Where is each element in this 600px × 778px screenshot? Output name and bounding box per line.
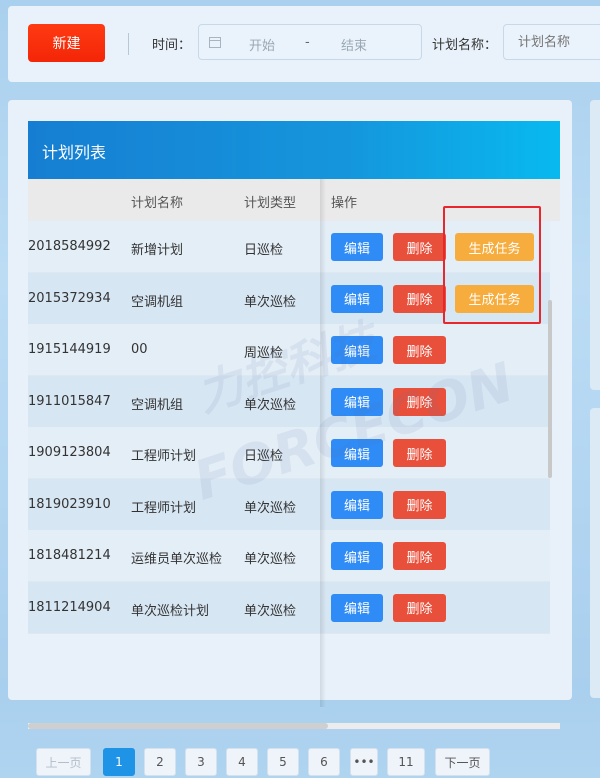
column-header-type: 计划类型 (244, 196, 297, 211)
plan-name: 空调机组 (131, 294, 184, 310)
plan-id: 2018584992 (28, 239, 111, 254)
plan-type: 周巡检 (244, 346, 284, 361)
plan-type: 单次巡检 (244, 603, 297, 619)
toolbar-divider (128, 33, 129, 55)
delete-button[interactable]: 删除 (393, 593, 446, 622)
table-row: 1811214904 单次巡检计划 单次巡检 编辑 删除 (28, 581, 550, 634)
plan-id: 1915144919 (28, 342, 111, 357)
new-button[interactable]: 新建 (28, 24, 105, 62)
delete-button[interactable]: 删除 (393, 542, 446, 570)
plan-id: 1818481214 (28, 548, 111, 563)
start-date-input[interactable]: 开始 (249, 35, 275, 54)
plan-type: 单次巡检 (244, 552, 297, 567)
highlight-box (443, 206, 541, 324)
edit-button[interactable]: 编辑 (331, 490, 383, 519)
plan-type: 单次巡检 (244, 397, 297, 413)
plan-id: 1909123804 (28, 445, 111, 460)
plan-list-panel: 计划列表 计划名称 计划类型 操作 2018584992 新增计划 日巡检 编辑 删除生… (8, 100, 572, 776)
edit-button[interactable]: 编辑 (331, 593, 383, 622)
side-panel (590, 100, 600, 390)
edit-button[interactable]: 编辑 (331, 233, 383, 261)
column-header-name: 计划名称 (131, 196, 184, 211)
plan-id: 1911015847 (28, 393, 111, 409)
plan-id: 1819023910 (28, 496, 111, 512)
page-5-button[interactable]: 5 (267, 748, 299, 776)
next-page-button[interactable]: 下一页 (435, 748, 490, 776)
plan-name: 00 (131, 342, 148, 357)
plan-name: 工程师计划 (131, 500, 197, 516)
plan-name: 单次巡检计划 (131, 603, 210, 619)
vertical-scrollbar[interactable] (548, 300, 552, 478)
plan-type: 单次巡检 (244, 500, 297, 516)
edit-button[interactable]: 编辑 (331, 542, 383, 570)
page-4-button[interactable]: 4 (226, 748, 258, 776)
plan-type: 日巡检 (244, 243, 284, 258)
plan-type: 单次巡检 (244, 294, 297, 310)
horizontal-scrollbar[interactable] (28, 723, 328, 729)
edit-button[interactable]: 编辑 (331, 387, 383, 416)
plan-id: 1811214904 (28, 599, 111, 615)
calendar-icon (209, 36, 221, 52)
plan-name-label: 计划名称： (432, 38, 498, 53)
table-row: 1818481214 运维员单次巡检 单次巡检 编辑 删除 (28, 530, 550, 582)
delete-button[interactable]: 删除 (393, 387, 446, 416)
plan-name: 空调机组 (131, 397, 184, 413)
edit-button[interactable]: 编辑 (331, 336, 383, 364)
time-label: 时间： (152, 38, 192, 53)
prev-page-button[interactable]: 上一页 (36, 748, 91, 776)
date-range-picker[interactable]: 开始 - 结束 (198, 24, 422, 60)
panel-title: 计划列表 (42, 143, 107, 162)
panel-header: 计划列表 (28, 121, 560, 179)
plan-type: 日巡检 (244, 449, 284, 464)
delete-button[interactable]: 删除 (393, 233, 446, 261)
delete-button[interactable]: 删除 (393, 336, 446, 364)
side-panel (590, 408, 600, 698)
page-6-button[interactable]: 6 (308, 748, 340, 776)
plan-name: 工程师计划 (131, 449, 197, 464)
delete-button[interactable]: 删除 (393, 490, 446, 519)
delete-button[interactable]: 删除 (393, 284, 446, 313)
table-row: 1915144919 00 周巡检 编辑 删除 (28, 324, 550, 376)
edit-button[interactable]: 编辑 (331, 284, 383, 313)
table-row: 1909123804 工程师计划 日巡检 编辑 删除 (28, 427, 550, 479)
edit-button[interactable]: 编辑 (331, 439, 383, 467)
column-header-actions: 操作 (331, 196, 358, 211)
plan-name: 新增计划 (131, 243, 184, 258)
plan-name: 运维员单次巡检 (131, 552, 223, 567)
search-toolbar: 新建 时间： 开始 - 结束 计划名称： (8, 6, 600, 82)
fixed-column-shadow (320, 179, 326, 707)
plan-name-input[interactable] (503, 24, 600, 60)
range-separator: - (305, 35, 310, 50)
table-row: 1819023910 工程师计划 单次巡检 编辑 删除 (28, 478, 550, 531)
end-date-input[interactable]: 结束 (341, 35, 367, 54)
delete-button[interactable]: 删除 (393, 439, 446, 467)
page-last-button[interactable]: 11 (387, 748, 425, 776)
more-pages-button[interactable]: ••• (350, 748, 378, 776)
page-1-button[interactable]: 1 (103, 748, 135, 776)
table-row: 1911015847 空调机组 单次巡检 编辑 删除 (28, 375, 550, 428)
plan-id: 2015372934 (28, 290, 111, 306)
page-3-button[interactable]: 3 (185, 748, 217, 776)
page-2-button[interactable]: 2 (144, 748, 176, 776)
